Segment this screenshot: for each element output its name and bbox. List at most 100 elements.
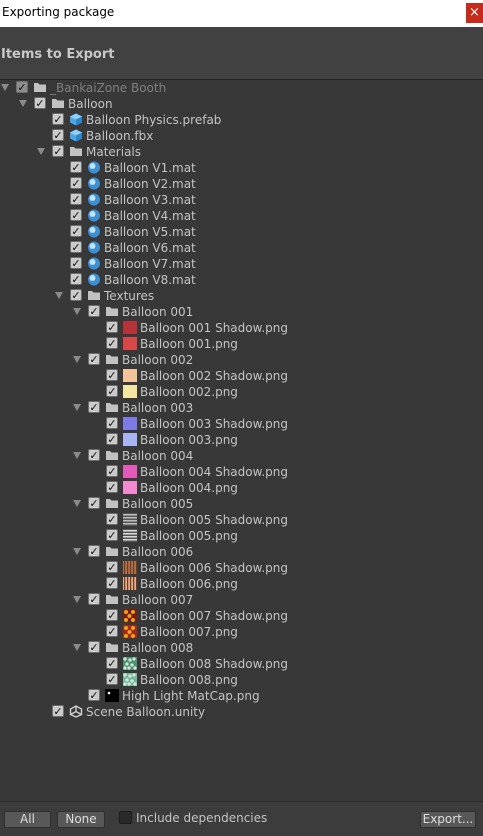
item-checkbox[interactable]: ✓ — [70, 241, 82, 253]
item-checkbox[interactable]: ✓ — [70, 193, 82, 205]
tree-row[interactable]: ✓ Balloon V4.mat — [0, 208, 483, 224]
item-checkbox[interactable]: ✓ — [52, 145, 64, 157]
tree-row[interactable]: ✓ Balloon 007.png — [0, 624, 483, 640]
tree-row[interactable]: ✓ Balloon 002 — [0, 352, 483, 368]
tree-row[interactable]: ✓ Balloon.fbx — [0, 128, 483, 144]
tree-row[interactable]: ✓ Balloon — [0, 96, 483, 112]
tree-row[interactable]: ✓ Balloon 005 Shadow.png — [0, 512, 483, 528]
close-button[interactable]: × — [466, 3, 483, 23]
item-checkbox[interactable]: ✓ — [106, 609, 118, 621]
foldout-arrow-icon[interactable] — [73, 644, 81, 651]
tree-row[interactable]: ✓ Balloon 005.png — [0, 528, 483, 544]
tree-row[interactable]: ✓ Balloon 008 Shadow.png — [0, 656, 483, 672]
tree-row[interactable]: ✓ Balloon V3.mat — [0, 192, 483, 208]
item-checkbox[interactable]: ✓ — [106, 337, 118, 349]
select-all-button[interactable]: All — [4, 811, 51, 828]
foldout-arrow-icon[interactable] — [1, 84, 9, 91]
item-checkbox[interactable]: ✓ — [70, 209, 82, 221]
include-dependencies-checkbox[interactable] — [119, 811, 132, 824]
tree-row[interactable]: ✓ Balloon 003 Shadow.png — [0, 416, 483, 432]
tree-row[interactable]: ✓ Balloon 005 — [0, 496, 483, 512]
item-checkbox[interactable]: ✓ — [106, 529, 118, 541]
item-checkbox[interactable]: ✓ — [88, 449, 100, 461]
tree-row[interactable]: ✓ Balloon 007 Shadow.png — [0, 608, 483, 624]
select-none-button[interactable]: None — [57, 811, 105, 828]
tree-row[interactable]: ✓ Balloon 007 — [0, 592, 483, 608]
tree-row[interactable]: ✓ Textures — [0, 288, 483, 304]
tree-row[interactable]: ✓ Balloon 004 — [0, 448, 483, 464]
item-checkbox[interactable]: ✓ — [88, 593, 100, 605]
item-checkbox[interactable]: ✓ — [106, 369, 118, 381]
item-checkbox[interactable]: ✓ — [106, 673, 118, 685]
item-checkbox[interactable]: ✓ — [52, 113, 64, 125]
tree-row[interactable]: ✓ High Light MatCap.png — [0, 688, 483, 704]
item-checkbox[interactable]: ✓ — [70, 161, 82, 173]
item-checkbox[interactable]: ✓ — [106, 465, 118, 477]
tree-row[interactable]: ✓ Balloon 004 Shadow.png — [0, 464, 483, 480]
export-tree: ✓ _BankaiZone Booth ✓ Balloon ✓ Balloon Physi… — [0, 80, 483, 801]
tree-row[interactable]: ✓ Balloon V7.mat — [0, 256, 483, 272]
item-checkbox[interactable]: ✓ — [106, 657, 118, 669]
item-checkbox[interactable]: ✓ — [88, 305, 100, 317]
tree-row[interactable]: ✓ Balloon 001 — [0, 304, 483, 320]
tree-row[interactable]: ✓ Balloon 008.png — [0, 672, 483, 688]
item-checkbox[interactable]: ✓ — [70, 273, 82, 285]
export-button[interactable]: Export... — [420, 811, 476, 828]
item-checkbox[interactable]: ✓ — [106, 561, 118, 573]
item-checkbox[interactable]: ✓ — [88, 545, 100, 557]
tree-row[interactable]: ✓ Balloon 008 — [0, 640, 483, 656]
item-checkbox[interactable]: ✓ — [52, 129, 64, 141]
item-checkbox[interactable]: ✓ — [88, 353, 100, 365]
foldout-arrow-icon[interactable] — [73, 356, 81, 363]
tree-row[interactable]: ✓ Balloon 006 Shadow.png — [0, 560, 483, 576]
tree-row[interactable]: ✓ Balloon 001 Shadow.png — [0, 320, 483, 336]
item-checkbox[interactable]: ✓ — [34, 97, 46, 109]
item-checkbox[interactable]: ✓ — [88, 401, 100, 413]
foldout-arrow-icon[interactable] — [73, 452, 81, 459]
tree-row[interactable]: ✓ Balloon Physics.prefab — [0, 112, 483, 128]
tree-row[interactable]: ✓ Balloon 001.png — [0, 336, 483, 352]
item-checkbox[interactable]: ✓ — [70, 289, 82, 301]
foldout-arrow-icon[interactable] — [55, 292, 63, 299]
item-checkbox[interactable]: ✓ — [88, 497, 100, 509]
item-checkbox[interactable]: ✓ — [106, 385, 118, 397]
item-checkbox[interactable]: ✓ — [70, 177, 82, 189]
tree-row[interactable]: ✓ Balloon V8.mat — [0, 272, 483, 288]
item-checkbox[interactable]: ✓ — [16, 81, 28, 93]
item-checkbox[interactable]: ✓ — [106, 321, 118, 333]
tree-row[interactable]: ✓ _BankaiZone Booth — [0, 80, 483, 96]
item-checkbox[interactable]: ✓ — [106, 513, 118, 525]
tree-row[interactable]: ✓ Balloon 003 — [0, 400, 483, 416]
foldout-arrow-icon[interactable] — [73, 500, 81, 507]
tree-row[interactable]: ✓ Balloon V6.mat — [0, 240, 483, 256]
item-checkbox[interactable]: ✓ — [88, 689, 100, 701]
tree-row[interactable]: ✓ Balloon 004.png — [0, 480, 483, 496]
item-checkbox[interactable]: ✓ — [106, 433, 118, 445]
tree-row[interactable]: ✓ Balloon V5.mat — [0, 224, 483, 240]
foldout-arrow-icon[interactable] — [37, 148, 45, 155]
item-checkbox[interactable]: ✓ — [88, 641, 100, 653]
item-checkbox[interactable]: ✓ — [70, 257, 82, 269]
tree-row[interactable]: ✓ Balloon 002 Shadow.png — [0, 368, 483, 384]
item-checkbox[interactable]: ✓ — [106, 417, 118, 429]
item-checkbox[interactable]: ✓ — [70, 225, 82, 237]
tree-row[interactable]: ✓ Balloon V2.mat — [0, 176, 483, 192]
tree-row[interactable]: ✓ Balloon V1.mat — [0, 160, 483, 176]
item-checkbox[interactable]: ✓ — [106, 625, 118, 637]
foldout-arrow-icon[interactable] — [73, 404, 81, 411]
tree-row[interactable]: ✓ Balloon 006 — [0, 544, 483, 560]
tree-row[interactable]: ✓ Balloon 003.png — [0, 432, 483, 448]
tree-row[interactable]: ✓ Balloon 006.png — [0, 576, 483, 592]
item-checkbox[interactable]: ✓ — [106, 577, 118, 589]
tree-row[interactable]: ✓ Materials — [0, 144, 483, 160]
foldout-arrow-icon[interactable] — [73, 308, 81, 315]
foldout-arrow-icon[interactable] — [73, 548, 81, 555]
tree-row[interactable]: ✓ Balloon 002.png — [0, 384, 483, 400]
item-checkbox[interactable]: ✓ — [106, 481, 118, 493]
item-checkbox[interactable]: ✓ — [52, 705, 64, 717]
tree-row[interactable]: ✓ Scene Balloon.unity — [0, 704, 483, 720]
include-dependencies-label: Include dependencies — [136, 811, 268, 825]
foldout-arrow-icon[interactable] — [19, 100, 27, 107]
item-label: Balloon 001 — [122, 305, 194, 319]
foldout-arrow-icon[interactable] — [73, 596, 81, 603]
